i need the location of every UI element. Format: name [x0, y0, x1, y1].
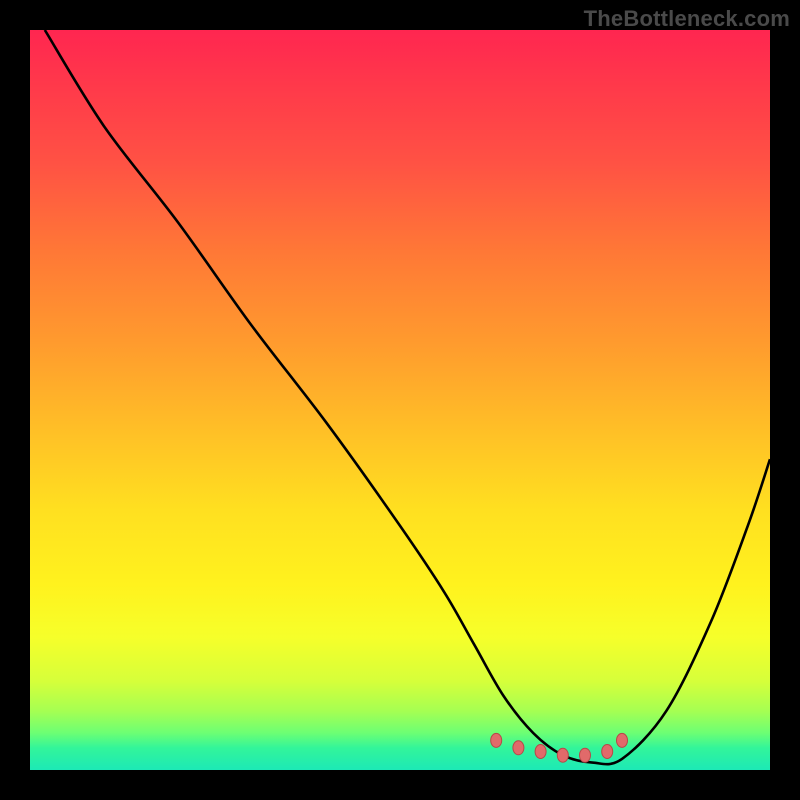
optimal-marker: [617, 733, 628, 747]
watermark-text: TheBottleneck.com: [584, 6, 790, 32]
plot-area: [30, 30, 770, 770]
optimal-marker: [491, 733, 502, 747]
optimal-range-markers: [491, 733, 628, 762]
optimal-marker: [602, 745, 613, 759]
optimal-marker: [557, 748, 568, 762]
optimal-marker: [513, 741, 524, 755]
chart-frame: TheBottleneck.com: [0, 0, 800, 800]
optimal-marker: [580, 748, 591, 762]
optimal-marker: [535, 745, 546, 759]
chart-svg: [30, 30, 770, 770]
bottleneck-curve-path: [45, 30, 770, 764]
